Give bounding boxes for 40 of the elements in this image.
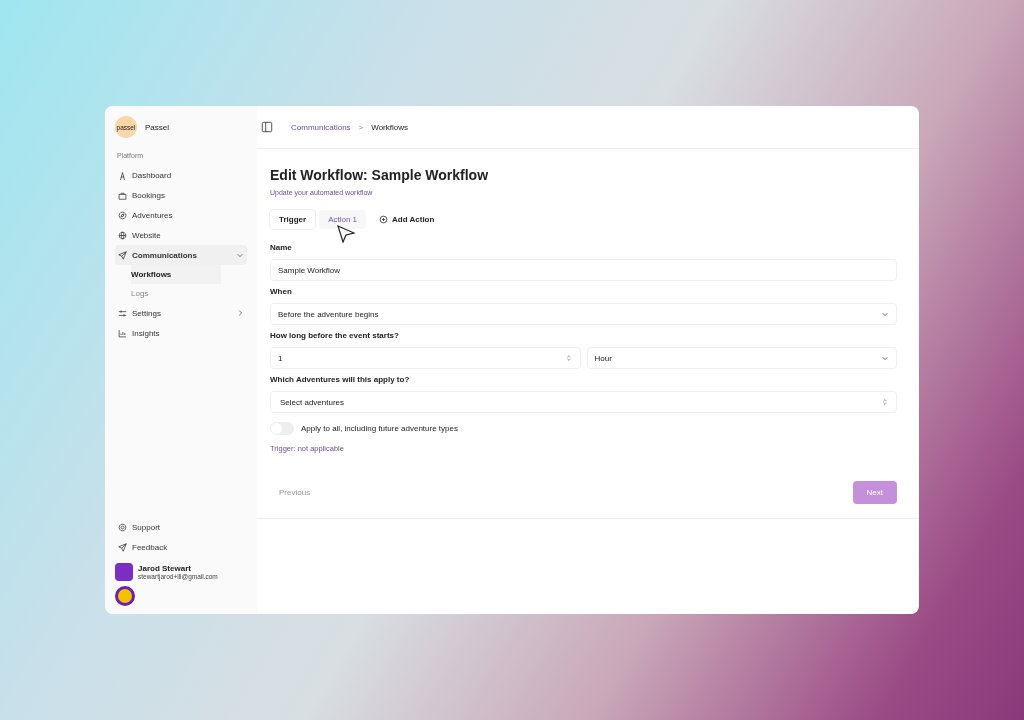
- breadcrumb-item[interactable]: Communications: [291, 122, 351, 132]
- sidebar-item[interactable]: Website: [115, 225, 247, 245]
- user-avatar: [115, 563, 133, 581]
- page-title: Edit Workflow: Sample Workflow: [270, 167, 490, 183]
- sidebar-item[interactable]: Support: [115, 517, 247, 537]
- sidebar-item[interactable]: Dashboard: [115, 165, 247, 185]
- user-name: Jarod Stewart: [138, 564, 192, 573]
- chevron-icon: [236, 309, 244, 317]
- website-icon: [118, 230, 127, 240]
- field-label: When: [270, 287, 293, 296]
- number-input[interactable]: 1: [270, 347, 581, 369]
- sidebar-item[interactable]: Bookings: [115, 185, 247, 205]
- tab[interactable]: Trigger: [270, 210, 316, 229]
- sidebar-item[interactable]: Insights: [115, 323, 247, 343]
- name-input[interactable]: Sample Workflow: [270, 259, 897, 281]
- field-label: Name: [270, 243, 293, 252]
- breadcrumb-item: Workflows: [371, 122, 408, 132]
- chevron-down-icon: [881, 354, 889, 362]
- sidebar-subitem[interactable]: Workflows: [131, 265, 222, 284]
- chevron-icon: [236, 251, 244, 259]
- tab[interactable]: Action 1: [319, 210, 367, 229]
- sidebar-toggle-icon[interactable]: [261, 121, 273, 133]
- circle-badge-icon[interactable]: [115, 586, 135, 606]
- sidebar-item[interactable]: Settings: [115, 303, 247, 323]
- mouse-pointer-icon: [336, 224, 356, 244]
- sidebar-subitem[interactable]: Logs: [131, 284, 149, 303]
- plus-circle-icon: [379, 215, 389, 224]
- field-label: How long before the event starts?: [270, 331, 400, 340]
- up-down-chevron-icon: [881, 397, 889, 407]
- field-label: Which Adventures will this apply to?: [270, 375, 411, 384]
- breadcrumb-separator: >: [358, 122, 364, 132]
- when-select[interactable]: Before the adventure begins: [270, 303, 897, 325]
- chevron-down-icon: [881, 310, 889, 318]
- toggle-label: Apply to all, including future adventure types: [301, 424, 458, 433]
- unit-select[interactable]: Hour: [586, 347, 897, 369]
- sidebar-item[interactable]: Communications: [115, 245, 247, 265]
- sidebar-item[interactable]: Feedback: [115, 537, 247, 557]
- brand-name: Passel: [145, 122, 169, 132]
- sidebar-item[interactable]: Adventures: [115, 205, 247, 225]
- adventures-select[interactable]: Select adventures: [270, 391, 897, 413]
